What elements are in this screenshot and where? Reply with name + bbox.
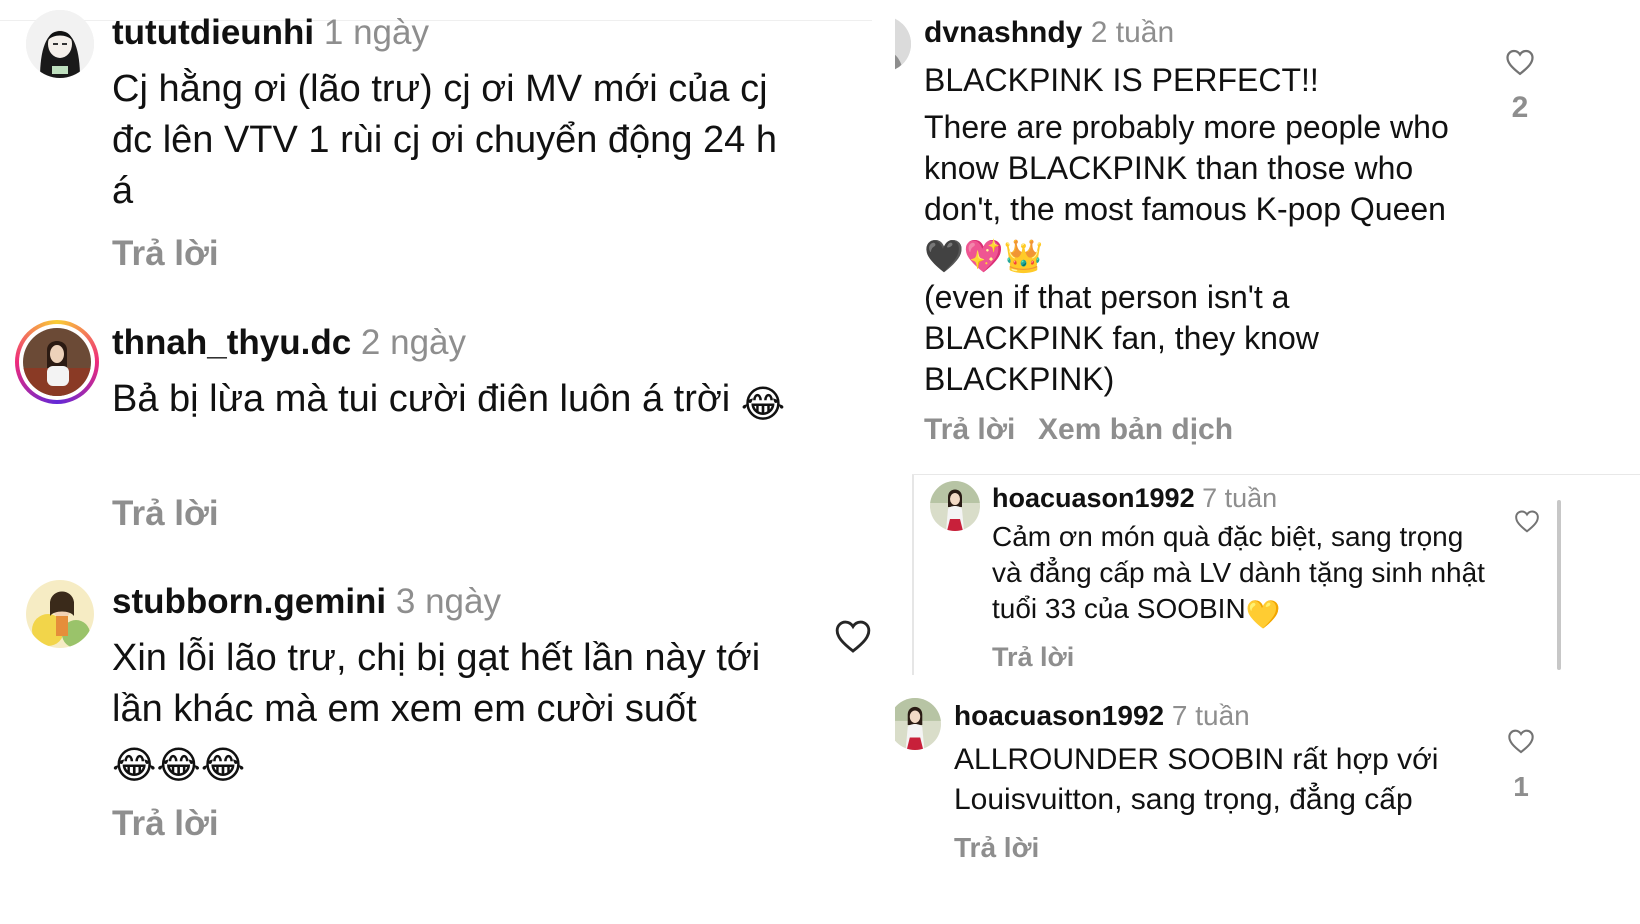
avatar[interactable] xyxy=(23,328,91,396)
comment-text-content: There are probably more people who know … xyxy=(924,109,1449,227)
heart-icon[interactable] xyxy=(1505,48,1535,76)
comment-time: 2 ngày xyxy=(360,323,467,362)
comment-text-content: Bả bị lừa mà tui cười điên luôn á trời xyxy=(112,378,731,420)
avatar-photo-icon xyxy=(23,328,91,396)
comment-time: 2 tuần xyxy=(1090,16,1175,49)
like-count: 1 xyxy=(1513,771,1529,802)
comment-time: 7 tuần xyxy=(1171,700,1250,731)
comment-text-paragraph: There are probably more people who know … xyxy=(924,107,1484,277)
username-link[interactable]: tututdieunhi xyxy=(112,13,314,52)
comment-text: ALLROUNDER SOOBIN rất hợp với Louisvuitt… xyxy=(954,743,1439,816)
reply-button[interactable]: Trả lời xyxy=(954,830,1039,866)
heart-crown-emojis-icon: 🖤💖👑 xyxy=(924,238,1044,274)
comment-text: Cj hằng ơi (lão trư) cj ơi MV mới của cj… xyxy=(112,68,777,212)
scrollbar[interactable] xyxy=(1557,500,1561,670)
avatar-art-icon xyxy=(26,580,94,648)
reply-button[interactable]: Trả lời xyxy=(112,492,219,536)
comment-text-line: BLACKPINK IS PERFECT!! xyxy=(924,62,1319,98)
comment-meta: hoacuason1992 7 tuần xyxy=(992,481,1277,515)
heart-icon[interactable] xyxy=(1514,509,1540,533)
right-comments-panel: dvnashndy 2 tuần BLACKPINK IS PERFECT!! … xyxy=(895,0,1640,924)
yellow-heart-emoji-icon: 💛 xyxy=(1245,599,1281,630)
username-link[interactable]: stubborn.gemini xyxy=(112,582,386,621)
see-translation-button[interactable]: Xem bản dịch xyxy=(1038,411,1233,449)
comment-meta: hoacuason1992 7 tuần xyxy=(954,698,1250,734)
avatar-photo-icon xyxy=(895,698,941,750)
left-comments-panel: tututdieunhi 1 ngày Cj hằng ơi (lão trư)… xyxy=(0,0,920,924)
avatar[interactable] xyxy=(930,481,980,531)
username-link[interactable]: hoacuason1992 xyxy=(992,483,1195,513)
comment-text: Xin lỗi lão trư, chị bị gạt hết lần này … xyxy=(112,633,812,792)
laughing-emoji-icon: 😂 xyxy=(740,384,786,426)
comment-text: Cảm ơn món quà đặc biệt, sang trọng và đ… xyxy=(992,519,1492,633)
comment-text-paragraph: (even if that person isn't a BLACKPINK f… xyxy=(924,279,1319,397)
default-avatar[interactable] xyxy=(895,16,911,72)
heart-icon[interactable] xyxy=(1507,728,1535,754)
reply-button[interactable]: Trả lời xyxy=(112,802,219,846)
comment-text-content: Xin lỗi lão trư, chị bị gạt hết lần này … xyxy=(112,637,761,730)
comment-meta: dvnashndy 2 tuần xyxy=(924,14,1174,52)
username-link[interactable]: dvnashndy xyxy=(924,16,1082,49)
reply-button[interactable]: Trả lời xyxy=(112,232,219,276)
heart-icon[interactable] xyxy=(834,618,872,654)
avatar[interactable] xyxy=(26,10,94,78)
avatar-illustration-icon xyxy=(26,10,94,78)
comment-time: 1 ngày xyxy=(323,13,429,52)
nested-reply-container: hoacuason1992 7 tuần Cảm ơn món quà đặc … xyxy=(912,475,1640,675)
person-icon xyxy=(895,16,911,72)
reply-button[interactable]: Trả lời xyxy=(924,411,1015,449)
username-link[interactable]: thnah_thyu.dc xyxy=(112,323,351,362)
comment-text-content: Cảm ơn món quà đặc biệt, sang trọng và đ… xyxy=(992,521,1485,624)
comment-time: 3 ngày xyxy=(395,582,501,621)
like-count: 2 xyxy=(1511,91,1529,124)
comment-meta: stubborn.gemini 3 ngày xyxy=(112,581,501,623)
comment-meta: thnah_thyu.dc 2 ngày xyxy=(112,322,466,364)
avatar[interactable] xyxy=(895,698,941,750)
username-link[interactable]: hoacuason1992 xyxy=(954,700,1164,731)
avatar[interactable] xyxy=(26,580,94,648)
comment-text: Bả bị lừa mà tui cười điên luôn á trời 😂 xyxy=(112,374,802,431)
comment-meta: tututdieunhi 1 ngày xyxy=(112,12,429,54)
comment-time: 7 tuần xyxy=(1202,483,1278,513)
reply-button[interactable]: Trả lời xyxy=(992,640,1074,674)
laughing-emojis-icon: 😂😂😂 xyxy=(112,745,246,787)
avatar-photo-icon xyxy=(930,481,980,531)
